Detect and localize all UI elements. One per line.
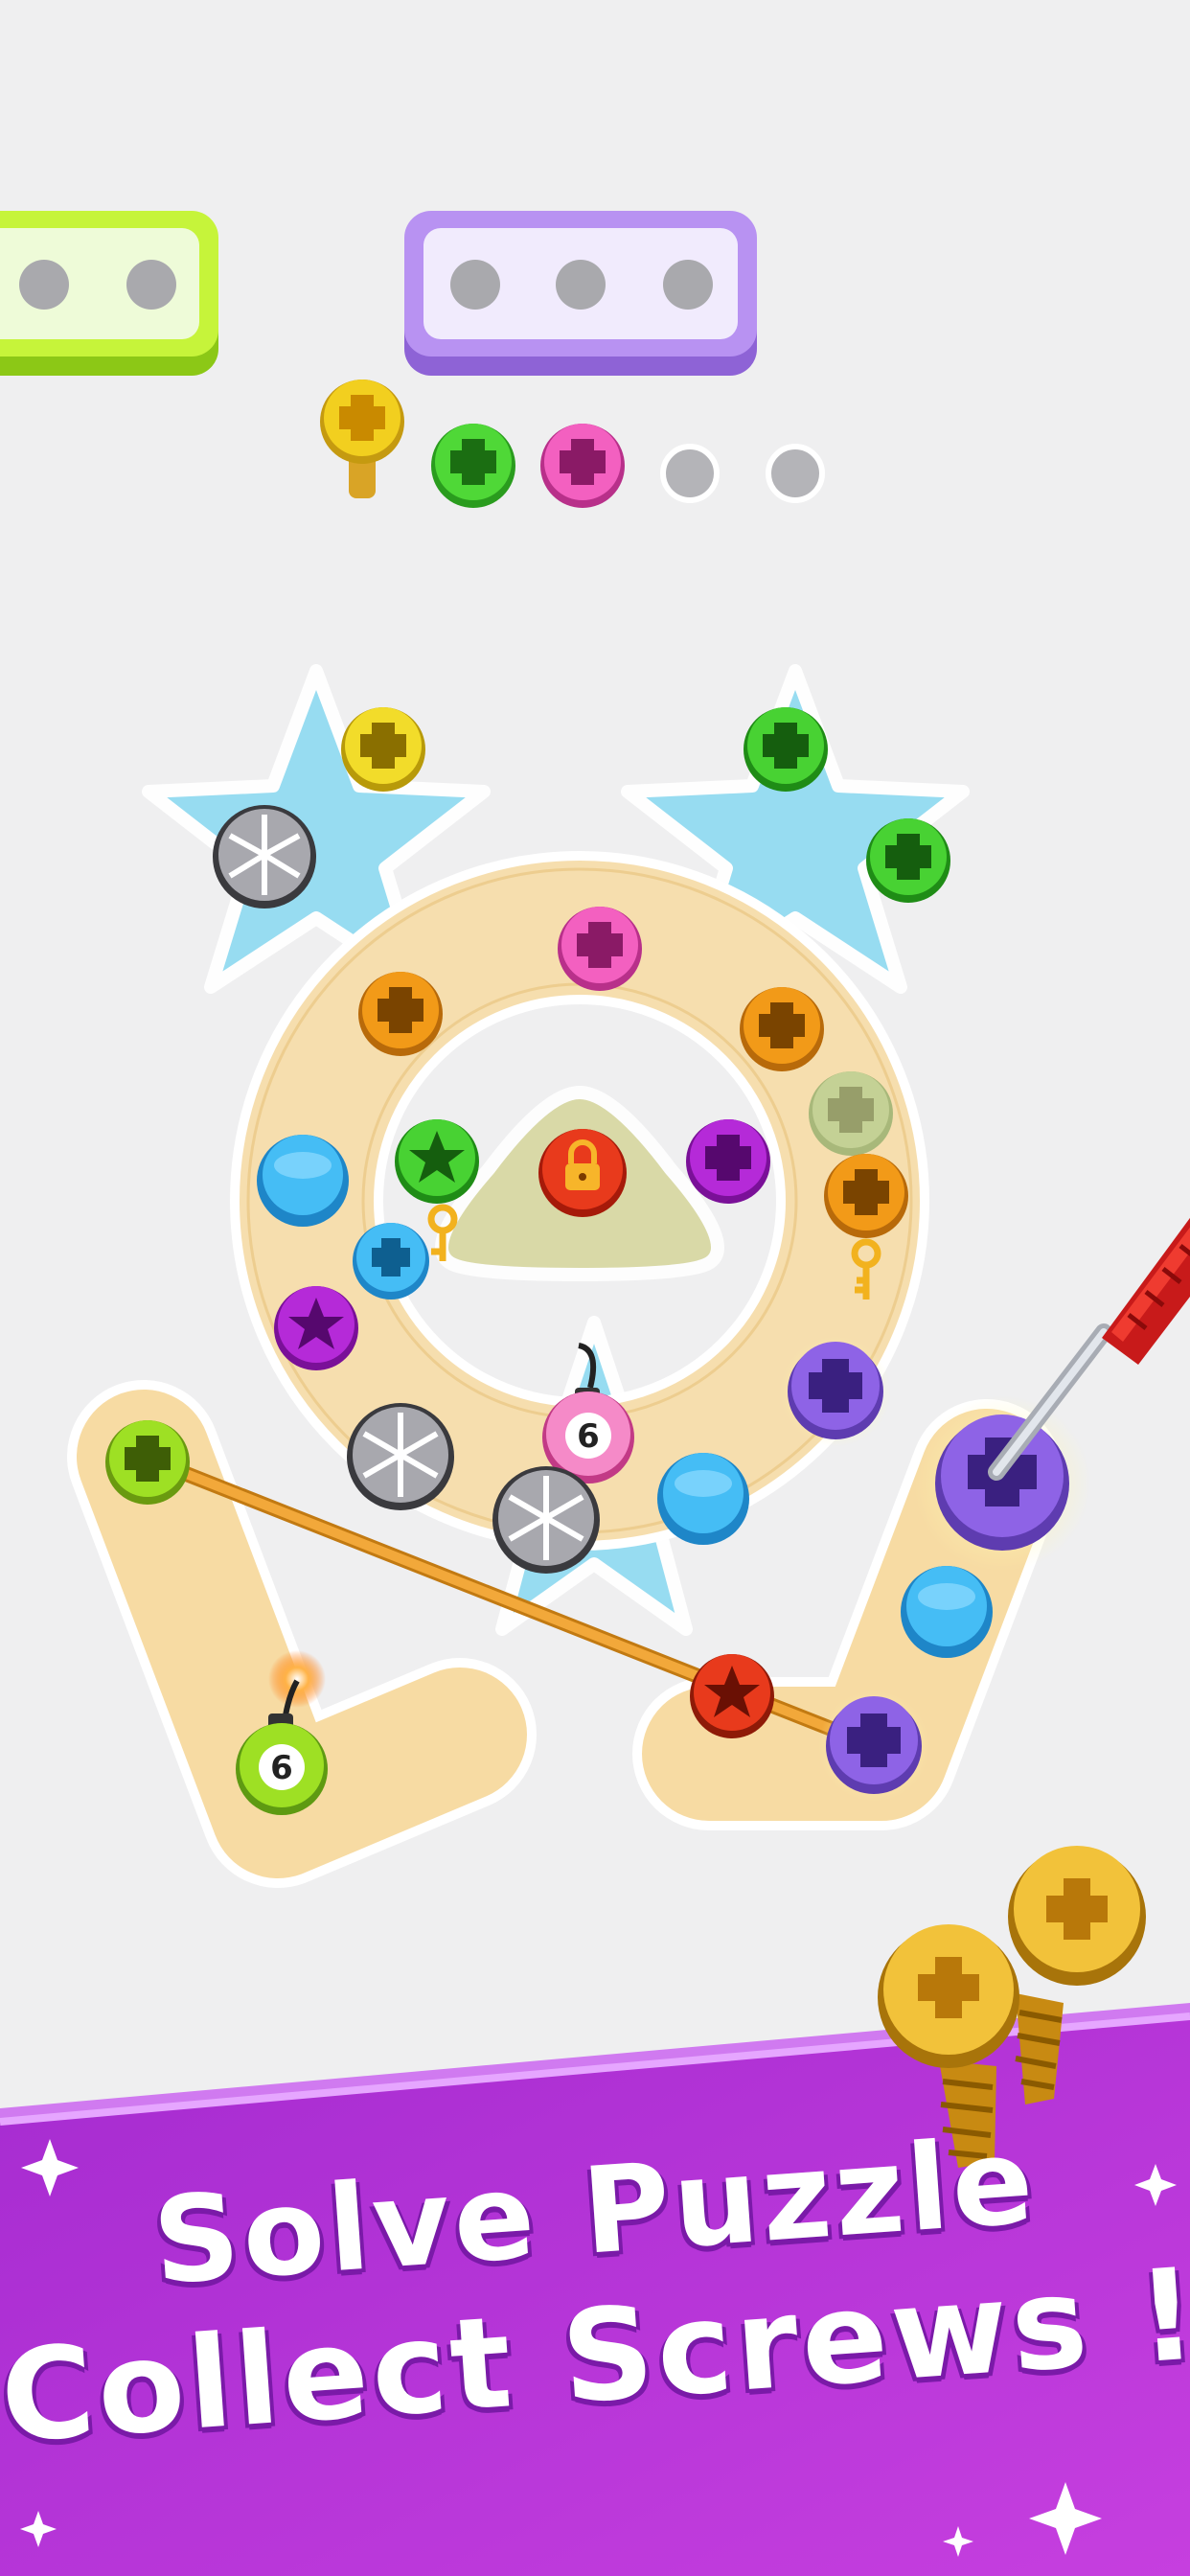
screw-blue[interactable] (257, 1135, 349, 1227)
screw-pink[interactable] (558, 907, 642, 991)
bomb-counter: 6 (270, 1749, 293, 1787)
screw-orange[interactable] (358, 972, 443, 1056)
screw-purple-selected[interactable] (914, 1395, 1090, 1572)
screw-green[interactable] (866, 818, 950, 903)
tray-slot (19, 260, 69, 310)
screw-green-star[interactable] (395, 1119, 479, 1204)
screw-cyan[interactable] (353, 1223, 429, 1300)
screw-orange[interactable] (740, 987, 824, 1071)
screw-purple[interactable] (780, 1336, 891, 1447)
empty-collect-slot (660, 444, 720, 503)
screw-gray-fan[interactable] (347, 1403, 454, 1510)
screw-purple[interactable] (818, 1690, 929, 1802)
game-screen: 6 6 Solve Puzzle Collect Screws ! (0, 0, 1190, 2576)
screw-blue[interactable] (901, 1566, 993, 1658)
collected-screw-yellow (320, 380, 404, 498)
screwdriver-icon (988, 1217, 1190, 1481)
screw-yellow[interactable] (341, 707, 425, 792)
tray-slot (663, 260, 713, 310)
collected-screw-pink (540, 424, 625, 508)
screw-gray-fan[interactable] (213, 805, 316, 908)
tray-slot (556, 260, 606, 310)
collected-screw-green (431, 424, 515, 508)
screw-magenta-star[interactable] (274, 1286, 358, 1370)
screw-gray-fan[interactable] (492, 1466, 600, 1574)
screw-green-faded[interactable] (809, 1071, 893, 1156)
empty-collect-slot (766, 444, 825, 503)
screw-magenta[interactable] (686, 1119, 770, 1204)
tray-slot (126, 260, 176, 310)
screw-red-star[interactable] (690, 1654, 774, 1738)
tray-slot (450, 260, 500, 310)
screw-tray-lime[interactable] (0, 211, 218, 376)
bomb-counter: 6 (577, 1417, 600, 1456)
screw-green[interactable] (744, 707, 828, 792)
screw-tray-purple[interactable] (404, 211, 757, 376)
screw-blue[interactable] (657, 1453, 749, 1545)
screw-orange[interactable] (824, 1154, 908, 1238)
screw-red-lock[interactable] (538, 1129, 627, 1217)
screw-lime[interactable] (105, 1420, 190, 1505)
